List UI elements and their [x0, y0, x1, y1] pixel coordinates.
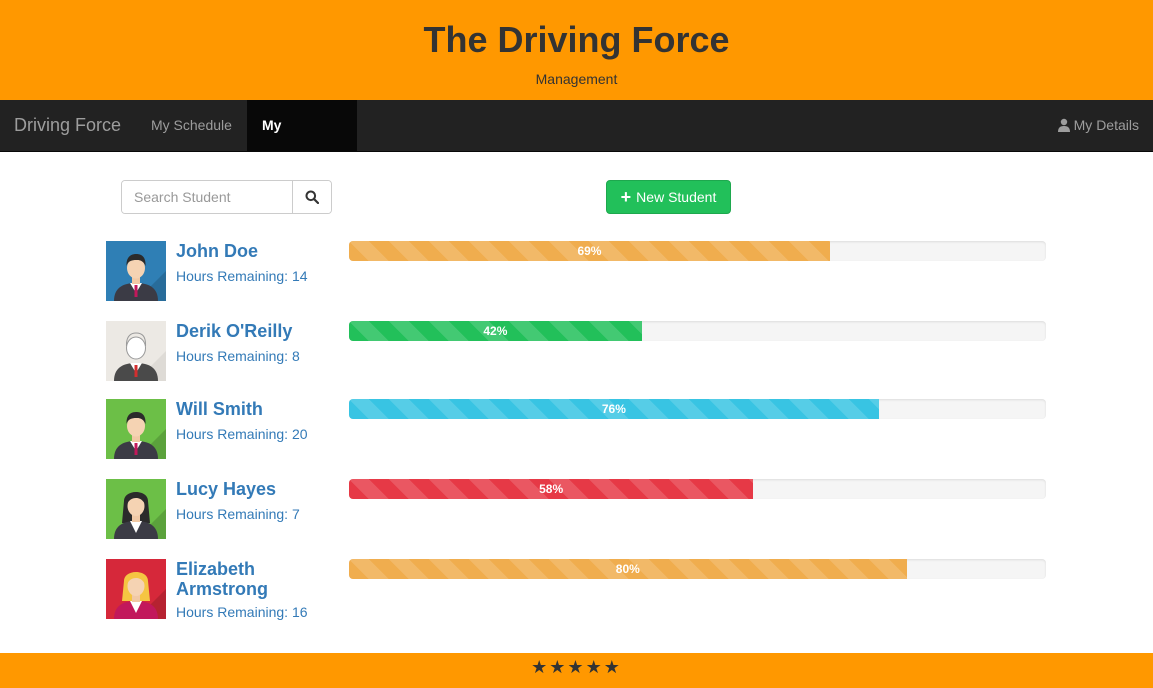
progress-fill: 42% — [349, 321, 642, 341]
student-name-link[interactable]: John Doe — [176, 241, 326, 261]
user-icon — [1057, 118, 1070, 132]
search-input[interactable] — [122, 181, 292, 213]
student-name-link[interactable]: Elizabeth Armstrong — [176, 559, 326, 599]
new-student-label: New Student — [636, 189, 717, 205]
plus-icon: + — [620, 187, 632, 207]
page-subtitle: Management — [535, 71, 618, 87]
hours-remaining: Hours Remaining: 7 — [176, 506, 300, 522]
progress-bar: 42% — [349, 321, 1046, 341]
student-row: Will Smith Hours Remaining: 20 76% — [106, 399, 1046, 461]
male-student-avatar-icon[interactable] — [106, 399, 166, 459]
progress-fill: 58% — [349, 479, 754, 499]
hours-remaining: Hours Remaining: 14 — [176, 268, 308, 284]
search-group — [121, 180, 332, 214]
nav-item-my-students[interactable]: My Students — [247, 100, 357, 184]
footer: ★★★★★ — [0, 653, 1153, 688]
student-name-link[interactable]: Will Smith — [176, 399, 326, 419]
search-icon — [305, 190, 319, 204]
progress-bar: 69% — [349, 241, 1046, 261]
rating-stars: ★★★★★ — [531, 657, 622, 677]
hours-remaining: Hours Remaining: 8 — [176, 348, 300, 364]
progress-bar: 58% — [349, 479, 1046, 499]
navbar: Driving Force My Schedule My Students My… — [0, 100, 1153, 184]
student-row: Lucy Hayes Hours Remaining: 7 58% — [106, 479, 1046, 541]
hours-remaining: Hours Remaining: 20 — [176, 426, 308, 442]
header-banner: The Driving Force Management — [0, 0, 1153, 100]
page-title: The Driving Force — [423, 19, 730, 60]
male-outline-avatar-icon[interactable] — [106, 321, 166, 381]
nav-my-details[interactable]: My Details — [1057, 100, 1139, 151]
hours-remaining: Hours Remaining: 16 — [176, 604, 308, 620]
progress-bar: 76% — [349, 399, 1046, 419]
progress-bar: 80% — [349, 559, 1046, 579]
student-row: Derik O'Reilly Hours Remaining: 8 42% — [106, 321, 1046, 383]
male-student-avatar-icon[interactable] — [106, 241, 166, 301]
nav-item-my-schedule[interactable]: My Schedule — [136, 100, 247, 151]
progress-fill: 80% — [349, 559, 907, 579]
female-blonde-avatar-icon[interactable] — [106, 559, 166, 619]
student-name-link[interactable]: Lucy Hayes — [176, 479, 326, 499]
my-details-label: My Details — [1073, 117, 1139, 133]
student-row: John Doe Hours Remaining: 14 69% — [106, 241, 1046, 303]
student-row: Elizabeth Armstrong Hours Remaining: 16 80… — [106, 559, 1046, 621]
progress-fill: 69% — [349, 241, 830, 261]
navbar-brand[interactable]: Driving Force — [14, 100, 121, 151]
female-student-avatar-icon[interactable] — [106, 479, 166, 539]
new-student-button[interactable]: + New Student — [606, 180, 731, 214]
student-name-link[interactable]: Derik O'Reilly — [176, 321, 326, 341]
progress-fill: 76% — [349, 399, 879, 419]
search-button[interactable] — [292, 181, 331, 213]
